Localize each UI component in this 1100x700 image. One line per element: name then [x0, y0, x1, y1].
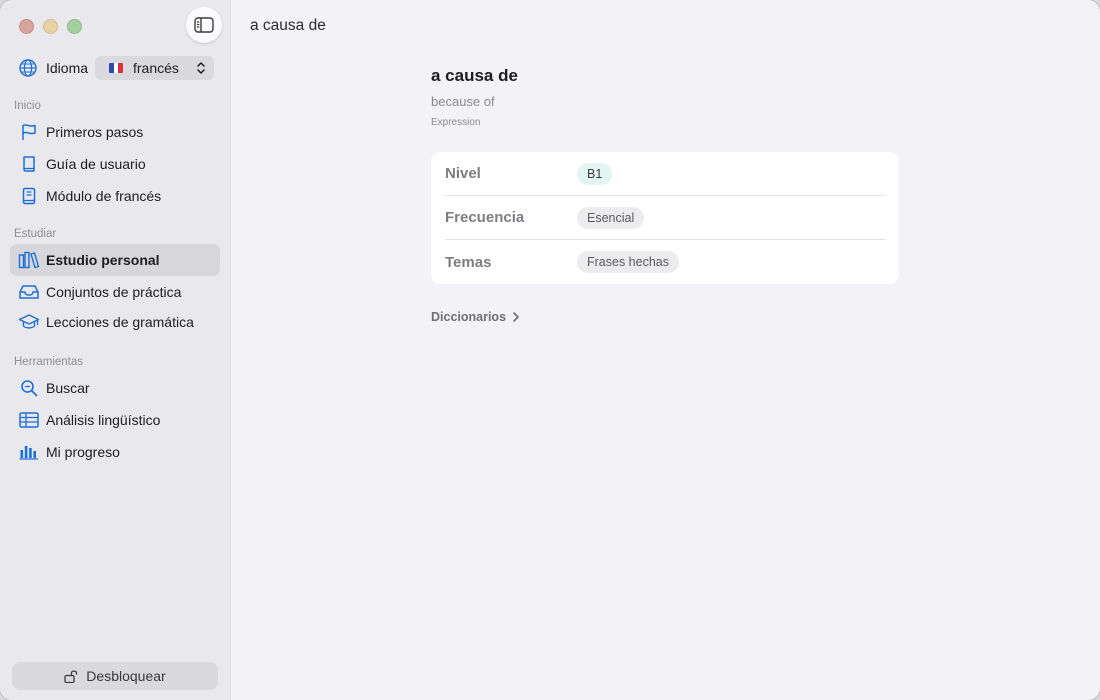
books-icon: [18, 250, 40, 270]
chevron-right-icon: [513, 312, 519, 322]
language-select[interactable]: francés: [95, 56, 214, 80]
sidebar-item-analisis-linguistico[interactable]: Análisis lingüístico: [10, 404, 220, 436]
sidebar-item-label: Estudio personal: [46, 252, 160, 268]
toggle-sidebar-button[interactable]: [186, 7, 222, 43]
sidebar: Idioma francés Inicio Primeros pasos Guí…: [0, 0, 231, 700]
sidebar-item-mi-progreso[interactable]: Mi progreso: [10, 436, 220, 468]
sidebar-item-label: Mi progreso: [46, 444, 120, 460]
flag-icon: [18, 122, 40, 142]
sidebar-item-lecciones-de-gramatica[interactable]: Lecciones de gramática: [10, 306, 220, 338]
close-window-button[interactable]: [19, 19, 34, 34]
window-title: a causa de: [250, 17, 326, 34]
app-window: Idioma francés Inicio Primeros pasos Guí…: [0, 0, 1100, 700]
sidebar-item-guia-de-usuario[interactable]: Guía de usuario: [10, 148, 220, 180]
level-badge: B1: [577, 162, 613, 185]
entry-part-of-speech: Expression: [431, 117, 481, 128]
language-label: Idioma: [46, 60, 89, 76]
sidebar-item-label: Buscar: [46, 380, 90, 396]
sidebar-item-buscar[interactable]: Buscar: [10, 372, 220, 404]
content-area: a causa de a causa de because of Express…: [231, 0, 1100, 700]
entry-term: a causa de: [431, 66, 518, 85]
zoom-window-button[interactable]: [67, 19, 82, 34]
unlock-icon: [64, 670, 78, 683]
sidebar-item-label: Análisis lingüístico: [46, 412, 161, 428]
sidebar-item-label: Primeros pasos: [46, 124, 144, 140]
section-title-herramientas: Herramientas: [14, 356, 84, 368]
entry-detail: a causa de because of Expression Nivel B…: [431, 66, 899, 324]
frequency-badge: Esencial: [577, 206, 645, 229]
globe-icon: [19, 59, 37, 77]
unlock-button[interactable]: Desbloquear: [12, 662, 218, 690]
sidebar-item-modulo-de-frances[interactable]: Módulo de francés: [10, 180, 220, 212]
search-icon: [18, 378, 40, 398]
info-key: Frecuencia: [445, 209, 525, 226]
info-row-nivel: Nivel B1: [445, 152, 885, 196]
book-icon: [18, 154, 40, 174]
minimize-window-button[interactable]: [43, 19, 58, 34]
tray-icon: [18, 282, 40, 302]
entry-info-card: Nivel B1 Frecuencia Esencial Temas Frase…: [431, 152, 899, 284]
info-row-temas: Temas Frases hechas: [445, 240, 885, 284]
dictionaries-link[interactable]: Diccionarios: [431, 310, 899, 324]
language-value: francés: [133, 60, 179, 76]
entry-translation: because of: [431, 94, 495, 109]
bar-chart-icon: [18, 442, 40, 462]
sidebar-item-conjuntos-de-practica[interactable]: Conjuntos de práctica: [10, 276, 220, 308]
graduation-cap-icon: [18, 312, 40, 332]
table-icon: [18, 410, 40, 430]
section-title-inicio: Inicio: [14, 100, 41, 112]
chevron-up-down-icon: [197, 62, 205, 74]
window-controls: [19, 19, 82, 34]
sidebar-item-label: Guía de usuario: [46, 156, 146, 172]
unlock-label: Desbloquear: [86, 668, 166, 684]
sidebar-item-label: Lecciones de gramática: [46, 314, 194, 330]
sidebar-item-estudio-personal[interactable]: Estudio personal: [10, 244, 220, 276]
france-flag-icon: [109, 63, 123, 73]
sidebar-item-label: Módulo de francés: [46, 188, 162, 204]
section-title-estudiar: Estudiar: [14, 228, 57, 240]
info-key: Temas: [445, 253, 492, 271]
info-row-frecuencia: Frecuencia Esencial: [445, 196, 885, 240]
sidebar-item-primeros-pasos[interactable]: Primeros pasos: [10, 116, 220, 148]
sidebar-item-label: Conjuntos de práctica: [46, 284, 182, 300]
sidebar-toggle-icon: [194, 17, 214, 33]
dictionaries-label: Diccionarios: [431, 310, 507, 324]
language-row: Idioma francés: [18, 56, 214, 80]
notebook-icon: [18, 186, 40, 206]
info-key: Nivel: [445, 165, 481, 182]
topic-badge[interactable]: Frases hechas: [577, 251, 679, 273]
